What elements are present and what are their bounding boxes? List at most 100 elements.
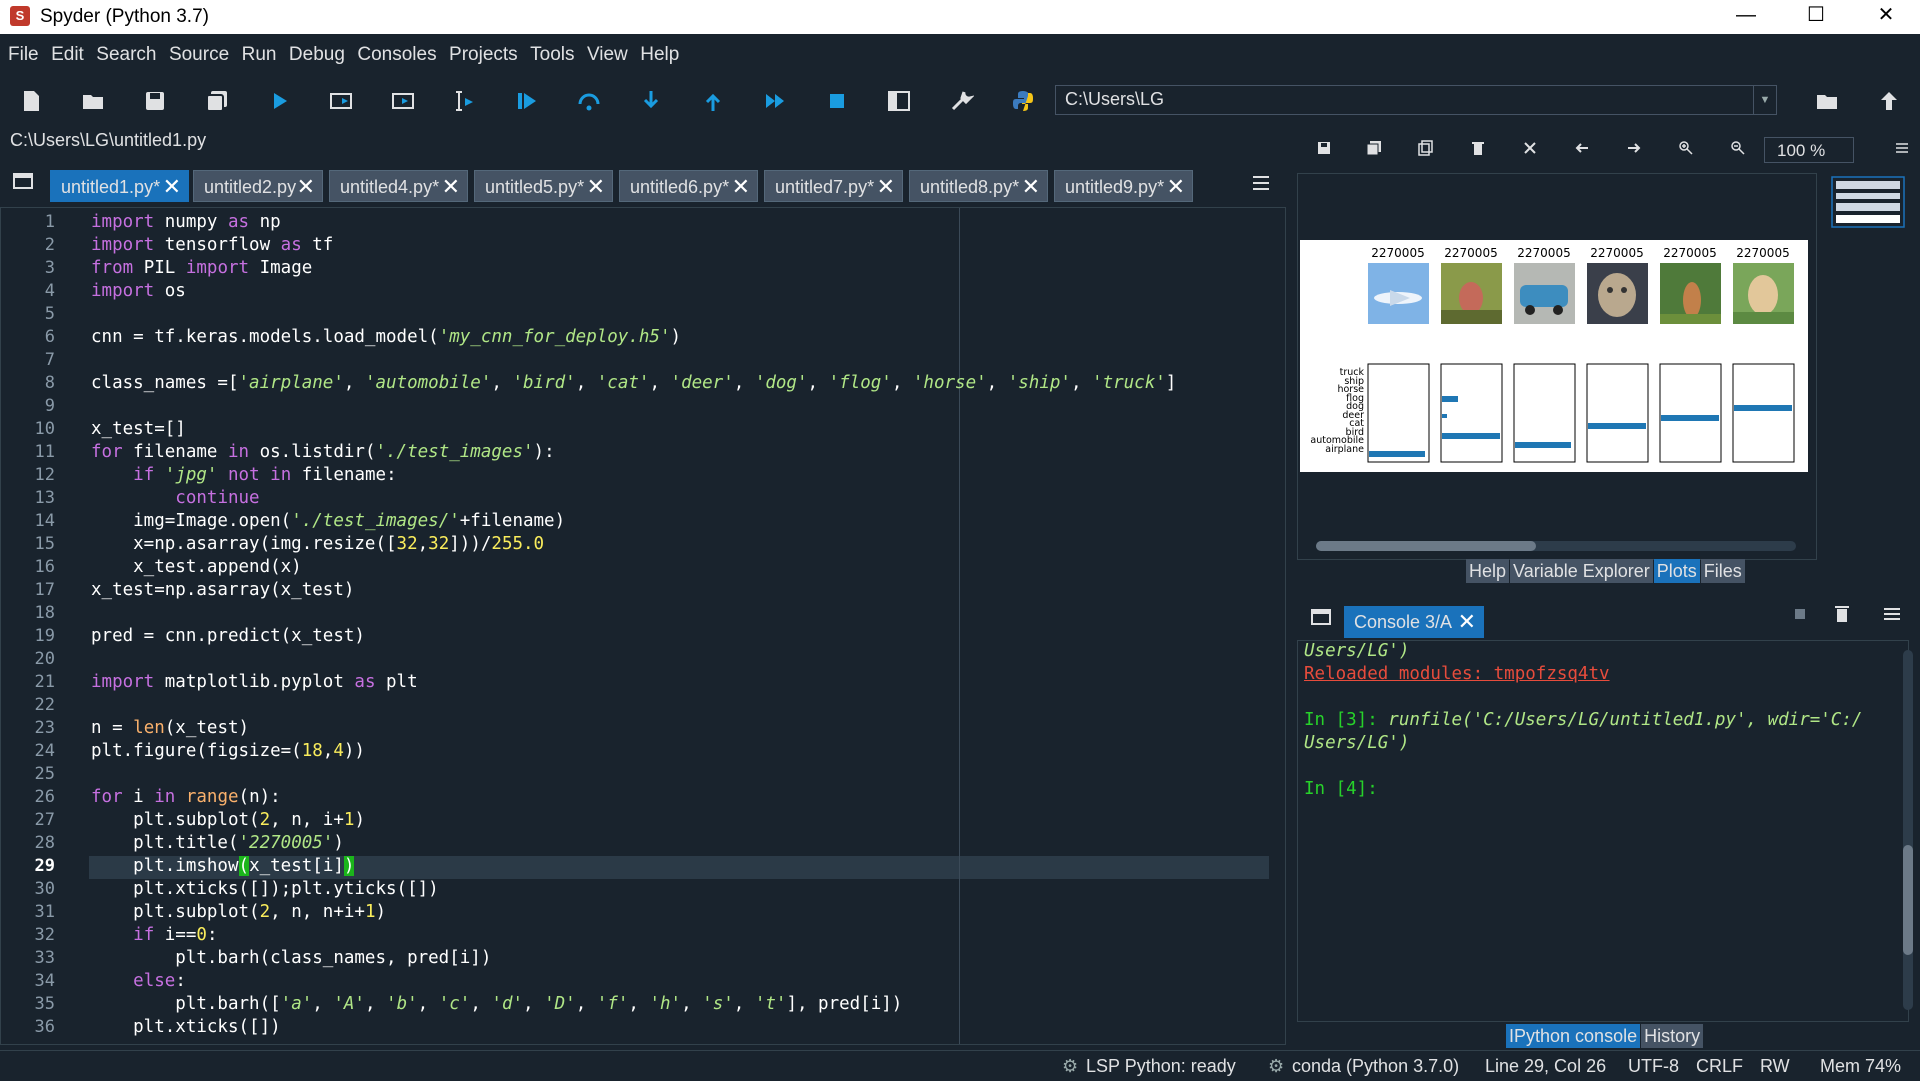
interrupt-kernel-icon[interactable] (1792, 606, 1808, 622)
working-directory-combo[interactable]: C:\Users\LG ▼ (1055, 85, 1777, 115)
code-line: x_test=np.asarray(x_test) (91, 580, 355, 600)
ipython-console-output[interactable]: Users/LG') Reloaded modules: tmpofzsq4tv… (1297, 640, 1909, 1022)
zoom-out-icon[interactable] (1730, 140, 1746, 156)
continue-icon[interactable] (762, 88, 788, 114)
menu-projects[interactable]: Projects (449, 34, 518, 76)
close-icon[interactable]: ✕ (877, 171, 895, 203)
remove-variables-icon[interactable] (1832, 604, 1852, 624)
close-icon[interactable]: ✕ (587, 171, 605, 203)
step-return-icon[interactable] (700, 88, 726, 114)
plots-horizontal-scrollbar[interactable] (1316, 541, 1796, 551)
remove-all-plots-icon[interactable] (1522, 140, 1538, 156)
menu-search[interactable]: Search (96, 34, 156, 76)
tab-plots[interactable]: Plots (1653, 559, 1700, 583)
previous-plot-icon[interactable] (1574, 140, 1590, 156)
tab-untitled7[interactable]: untitled7.py* ✕ (764, 170, 903, 202)
tab-history[interactable]: History (1641, 1024, 1704, 1048)
console-vertical-scrollbar[interactable] (1903, 650, 1913, 1010)
close-button[interactable]: ✕ (1858, 0, 1914, 34)
tab-files[interactable]: Files (1700, 559, 1745, 583)
tab-untitled4[interactable]: untitled4.py* ✕ (329, 170, 468, 202)
wrench-icon[interactable] (948, 88, 974, 114)
menu-consoles[interactable]: Consoles (357, 34, 436, 76)
browse-folder-icon[interactable] (1814, 88, 1840, 114)
tab-variable-explorer[interactable]: Variable Explorer (1510, 559, 1653, 583)
close-icon[interactable]: ✕ (163, 171, 181, 203)
menu-source[interactable]: Source (169, 34, 229, 76)
code-line: import os (91, 281, 186, 301)
parent-directory-icon[interactable] (1876, 88, 1902, 114)
code-editor[interactable]: 1 2 3 4 5 6 7 8 9 10 11 12 13 14 15 16 17 18 19 20 21 22 23 24 2… (0, 207, 1286, 1045)
close-icon[interactable]: ✕ (1022, 171, 1040, 203)
maximize-button[interactable]: ☐ (1788, 0, 1844, 34)
tab-help[interactable]: Help (1466, 559, 1510, 583)
menu-edit[interactable]: Edit (51, 34, 84, 76)
menu-view[interactable]: View (587, 34, 628, 76)
tab-untitled2[interactable]: untitled2.py ✕ (193, 170, 323, 202)
console-prompt[interactable]: In [4]: (1304, 779, 1378, 799)
bar (1588, 423, 1646, 429)
save-all-plots-icon[interactable] (1366, 140, 1382, 156)
line-number: 2 (44, 235, 55, 255)
close-icon[interactable]: ✕ (1458, 606, 1476, 638)
scrollbar-thumb[interactable] (1903, 845, 1913, 955)
scrollbar-thumb[interactable] (1316, 541, 1536, 551)
tab-untitled1[interactable]: untitled1.py* ✕ (50, 170, 189, 202)
zoom-level-field[interactable]: 100 % (1764, 137, 1854, 163)
menu-debug[interactable]: Debug (289, 34, 345, 76)
debug-icon[interactable] (514, 88, 540, 114)
line-number: 24 (34, 741, 55, 761)
close-icon[interactable]: ✕ (1167, 171, 1185, 203)
console-options-icon[interactable] (1882, 604, 1902, 624)
tab-untitled9[interactable]: untitled9.py* ✕ (1054, 170, 1193, 202)
conda-env-status[interactable]: conda (Python 3.7.0) (1292, 1056, 1459, 1077)
run-cell-advance-icon[interactable] (390, 88, 416, 114)
code-line: from PIL import Image (91, 258, 313, 278)
save-icon[interactable] (142, 88, 168, 114)
lsp-status-icon: ⚙ (1062, 1056, 1079, 1076)
browse-consoles-icon[interactable] (1310, 606, 1332, 628)
run-icon[interactable] (266, 88, 292, 114)
next-plot-icon[interactable] (1626, 140, 1642, 156)
chevron-down-icon[interactable]: ▼ (1753, 86, 1776, 114)
code-line: for i in range(n): (91, 787, 281, 807)
line-number: 22 (34, 695, 55, 715)
python-path-icon[interactable] (1010, 88, 1036, 114)
save-all-icon[interactable] (204, 88, 230, 114)
trash-icon[interactable] (1470, 140, 1486, 156)
zoom-in-icon[interactable] (1678, 140, 1694, 156)
close-icon[interactable]: ✕ (442, 171, 460, 203)
close-icon[interactable]: ✕ (732, 171, 750, 203)
code-line: continue (175, 488, 260, 508)
menu-tools[interactable]: Tools (530, 34, 574, 76)
maximize-pane-icon[interactable] (886, 88, 912, 114)
plot-thumbnails[interactable] (1830, 173, 1910, 558)
run-selection-icon[interactable] (452, 88, 478, 114)
step-into-icon[interactable] (638, 88, 664, 114)
menu-help[interactable]: Help (640, 34, 679, 76)
stop-icon[interactable] (824, 88, 850, 114)
bars (1369, 396, 1792, 457)
lsp-status[interactable]: LSP Python: ready (1086, 1056, 1236, 1077)
tab-untitled8[interactable]: untitled8.py* ✕ (909, 170, 1048, 202)
open-file-icon[interactable] (80, 88, 106, 114)
close-icon[interactable]: ✕ (297, 171, 315, 203)
tab-console-3a[interactable]: Console 3/A ✕ (1344, 606, 1484, 638)
new-file-icon[interactable] (18, 88, 44, 114)
minimize-button[interactable]: — (1718, 0, 1774, 34)
plots-options-icon[interactable] (1894, 140, 1910, 156)
plot-thumbnail[interactable] (1830, 173, 1910, 233)
menu-run[interactable]: Run (242, 34, 277, 76)
code-line: plt.barh(['a', 'A', 'b', 'c', 'd', 'D', … (91, 994, 903, 1014)
tab-untitled5[interactable]: untitled5.py* ✕ (474, 170, 613, 202)
title-bar: S Spyder (Python 3.7) — ☐ ✕ (0, 0, 1920, 34)
save-plot-icon[interactable] (1316, 140, 1332, 156)
run-cell-icon[interactable] (328, 88, 354, 114)
options-menu-icon[interactable] (1250, 172, 1272, 194)
step-icon[interactable] (576, 88, 602, 114)
browse-tabs-icon[interactable] (12, 170, 34, 192)
menu-file[interactable]: File (8, 34, 39, 76)
tab-ipython-console[interactable]: IPython console (1506, 1024, 1641, 1048)
copy-plot-icon[interactable] (1418, 140, 1434, 156)
tab-untitled6[interactable]: untitled6.py* ✕ (619, 170, 758, 202)
